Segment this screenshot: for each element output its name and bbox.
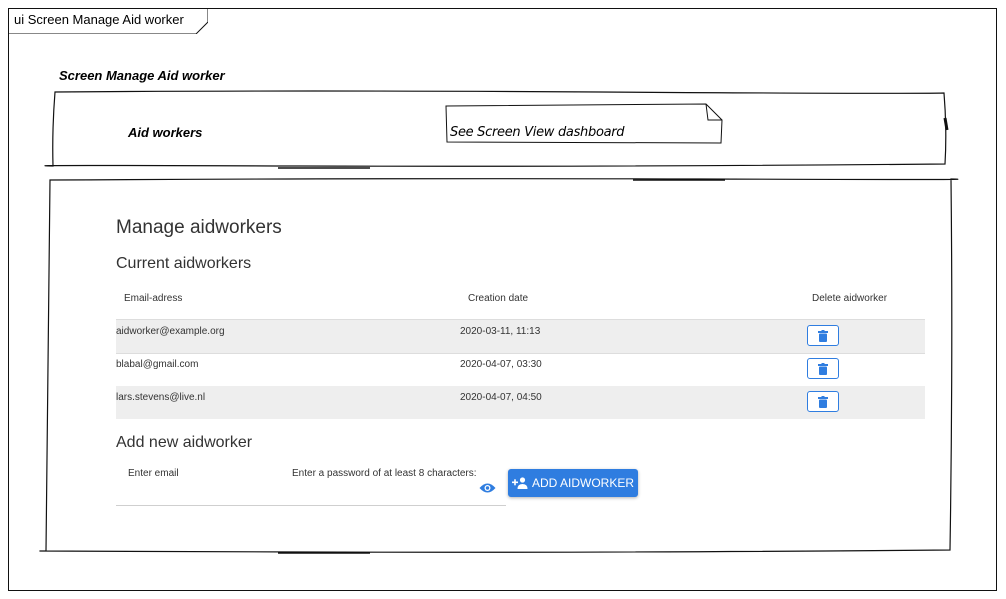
row-email: lars.stevens@live.nl — [116, 392, 206, 403]
column-header-delete: Delete aidworker — [812, 293, 888, 304]
add-aidworker-label: ADD AIDWORKER — [531, 476, 634, 490]
table-row: lars.stevens@live.nl 2020-04-07, 04:50 — [116, 386, 925, 419]
password-field[interactable]: Enter a password of at least 8 character… — [292, 468, 477, 479]
row-date: 2020-03-11, 11:13 — [460, 326, 541, 337]
person-add-icon — [511, 477, 528, 489]
current-section-title: Current aidworkers — [116, 255, 252, 272]
add-section-title: Add new aidworker — [116, 434, 253, 451]
trash-icon — [818, 362, 828, 375]
row-date: 2020-04-07, 04:50 — [460, 392, 542, 403]
note-text: See Screen View dashboard — [450, 125, 625, 140]
trash-icon — [818, 395, 828, 408]
delete-button[interactable] — [807, 391, 839, 412]
row-email: aidworker@example.org — [116, 326, 225, 337]
column-header-email: Email-adress — [124, 293, 183, 304]
delete-button[interactable] — [807, 325, 839, 346]
email-field[interactable]: Enter email — [128, 468, 179, 479]
column-header-date: Creation date — [468, 293, 529, 304]
row-date: 2020-04-07, 03:30 — [460, 359, 542, 370]
eye-icon[interactable] — [479, 481, 496, 499]
table-row: aidworker@example.org 2020-03-11, 11:13 — [116, 320, 925, 353]
add-aidworker-button[interactable]: ADD AIDWORKER — [508, 469, 638, 497]
table-row: blabal@gmail.com 2020-04-07, 03:30 — [116, 353, 925, 386]
trash-icon — [818, 329, 828, 342]
input-underline — [116, 505, 506, 506]
delete-button[interactable] — [807, 358, 839, 379]
page-title: Manage aidworkers — [116, 217, 282, 238]
header-label: Aid workers — [128, 125, 203, 140]
row-email: blabal@gmail.com — [116, 359, 199, 370]
